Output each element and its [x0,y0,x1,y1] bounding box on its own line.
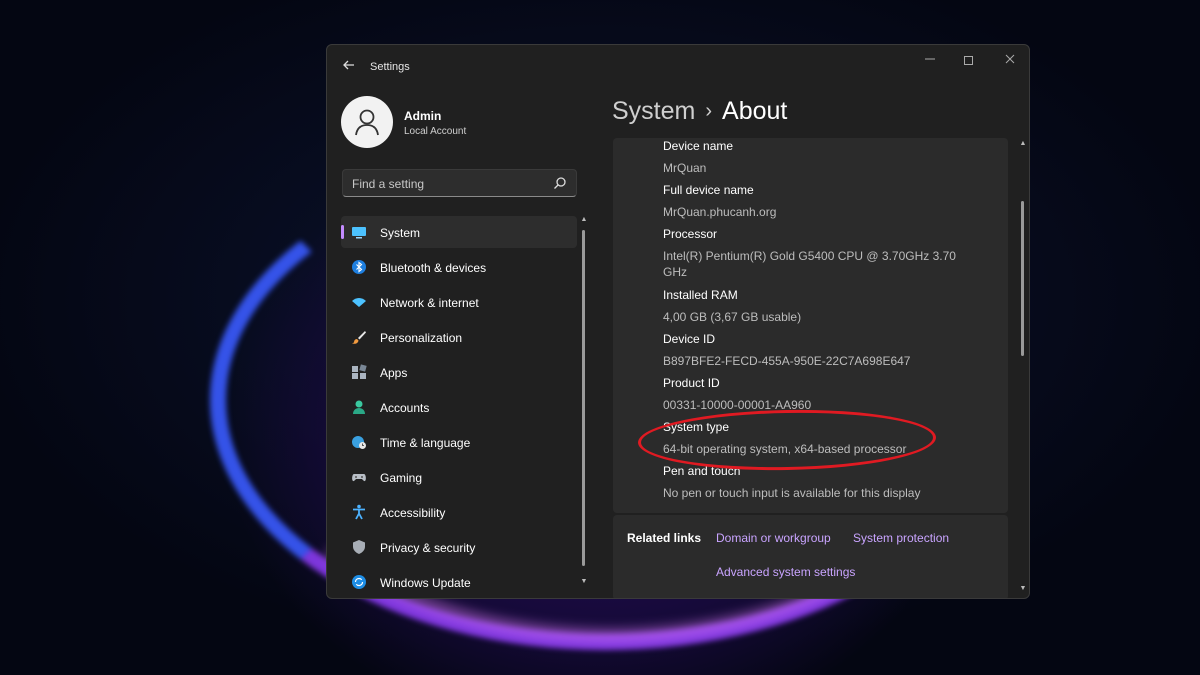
spec-value: B897BFE2-FECD-455A-950E-22C7A698E647 [663,354,911,368]
accessibility-icon [353,504,365,520]
spec-value: MrQuan.phucanh.org [663,205,777,219]
spec-label: Device ID [663,332,716,346]
sidebar-item-time-language[interactable]: Time & language [341,426,577,458]
domain-workgroup-link[interactable]: Domain or workgroup [716,531,831,545]
scroll-down-icon[interactable]: ▼ [1019,585,1027,592]
minimize-icon [925,58,935,60]
breadcrumb: System › About [612,97,787,126]
sidebar-item-accounts[interactable]: Accounts [341,391,577,423]
sidebar-nav: System Bluetooth & devices Network & int… [341,216,577,598]
scroll-up-icon[interactable]: ▲ [580,216,588,223]
page-title: About [722,97,788,125]
sidebar-item-system[interactable]: System [341,216,577,248]
spec-value: 4,00 GB (3,67 GB usable) [663,310,802,324]
sidebar-item-apps[interactable]: Apps [341,356,577,388]
breadcrumb-parent[interactable]: System [612,97,695,125]
maximize-icon [963,56,973,65]
sidebar-item-label: Privacy & security [380,541,476,555]
spec-value: Intel(R) Pentium(R) Gold G5400 CPU @ 3.7… [663,249,956,279]
sidebar-item-network[interactable]: Network & internet [341,286,577,318]
shield-icon [353,540,365,554]
person-icon [355,109,379,136]
sidebar-item-label: Gaming [380,471,423,485]
spec-value: No pen or touch input is available for t… [663,486,921,500]
sidebar-item-windows-update[interactable]: Windows Update [341,566,577,598]
sidebar-item-personalization[interactable]: Personalization [341,321,577,353]
system-protection-link[interactable]: System protection [853,531,949,545]
settings-window: Settings Admin Local Account Find a sett… [326,44,1030,599]
spec-label: Device name [663,139,734,153]
close-button[interactable] [1000,53,1020,69]
scrollbar-thumb[interactable] [1021,201,1024,356]
gamepad-icon [352,474,366,482]
chevron-right-icon: › [705,100,713,122]
maximize-button[interactable] [958,53,978,69]
update-icon [352,575,366,589]
sidebar-item-label: Accounts [380,401,430,415]
spec-label: Full device name [663,183,754,197]
globe-clock-icon [352,436,366,449]
sidebar-item-accessibility[interactable]: Accessibility [341,496,577,528]
user-name: Admin [404,109,442,123]
sidebar-item-privacy[interactable]: Privacy & security [341,531,577,563]
spec-label: Product ID [663,376,720,390]
sidebar-item-label: System [380,226,421,240]
sidebar-item-bluetooth[interactable]: Bluetooth & devices [341,251,577,283]
scrollbar-thumb[interactable] [582,230,585,566]
related-links-card: Related links Domain or workgroup System… [613,515,1008,598]
arrow-left-icon [343,60,354,70]
close-icon [1005,54,1015,64]
back-button[interactable] [339,57,359,77]
sidebar-item-label: Time & language [380,436,471,450]
scroll-down-icon[interactable]: ▼ [580,578,588,585]
brush-icon [352,331,366,344]
bluetooth-icon [352,260,366,274]
sidebar-item-label: Personalization [380,331,463,345]
spec-value: MrQuan [663,161,707,175]
wifi-icon [352,298,366,307]
title-bar: Settings [327,45,1029,89]
main-scrollbar[interactable]: ▲ ▼ [1018,138,1028,598]
search-input[interactable]: Find a setting [342,169,577,197]
sidebar-item-label: Bluetooth & devices [380,261,487,275]
selection-indicator [341,225,344,239]
person-icon [353,400,365,414]
avatar[interactable] [341,96,393,148]
apps-icon [352,364,367,379]
search-icon [554,177,566,189]
app-title: Settings [370,61,410,73]
sidebar-item-gaming[interactable]: Gaming [341,461,577,493]
spec-label: Processor [663,227,718,241]
related-links-title: Related links [627,531,702,545]
minimize-button[interactable] [920,53,940,69]
spec-label: Installed RAM [663,288,738,302]
advanced-system-settings-link[interactable]: Advanced system settings [716,565,855,579]
sidebar-item-label: Accessibility [380,506,446,520]
sidebar-scrollbar[interactable]: ▲ ▼ [580,216,588,598]
scroll-up-icon[interactable]: ▲ [1019,140,1027,147]
sidebar-item-label: Network & internet [380,296,479,310]
monitor-icon [352,227,366,239]
search-placeholder: Find a setting [352,177,425,191]
sidebar-item-label: Apps [380,366,408,380]
account-type: Local Account [404,126,467,137]
sidebar-item-label: Windows Update [380,576,471,590]
